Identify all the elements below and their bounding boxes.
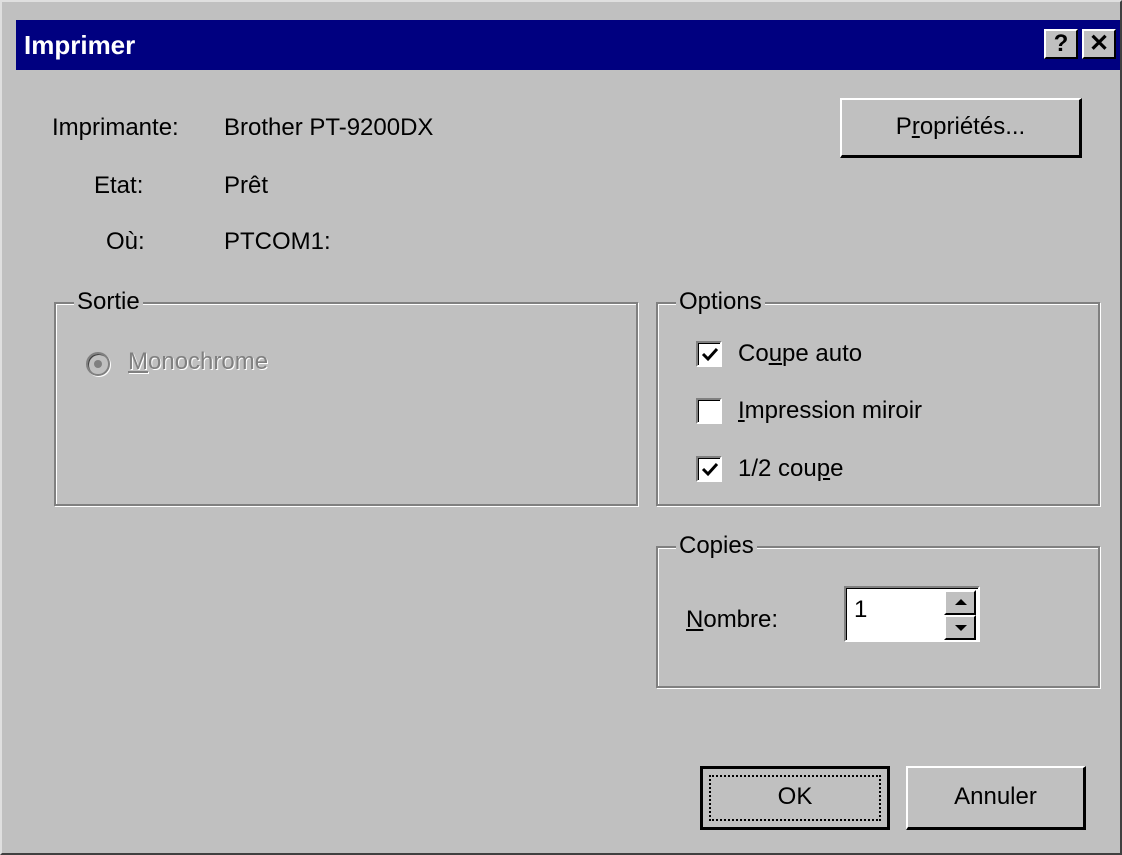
properties-label-prefix: P [895, 113, 912, 140]
copies-legend: Copies [676, 532, 757, 560]
focus-ring [709, 775, 881, 821]
output-group: Sortie [54, 288, 638, 506]
copies-count-label-rest: ombre: [703, 606, 779, 633]
printer-name: Brother PT-9200DX [224, 114, 434, 141]
copies-count-mnemonic: N [686, 606, 704, 633]
copies-increment-button[interactable] [944, 590, 976, 615]
checkmark-icon [701, 462, 719, 477]
copies-stepper[interactable]: 1 [844, 586, 980, 642]
auto-cut-label-pre: Co [738, 340, 769, 367]
auto-cut-label-post: pe auto [782, 340, 863, 367]
half-cut-label-pre: 1/2 cou [738, 455, 817, 482]
half-cut-checkbox[interactable] [696, 456, 722, 482]
monochrome-label: Monochrome [128, 348, 268, 376]
printer-label: Imprimante: [52, 114, 179, 141]
print-dialog: Imprimer ? ✕ Imprimante: Brother PT-9200… [0, 0, 1122, 855]
cancel-button[interactable]: Annuler [906, 766, 1086, 830]
ok-button[interactable]: OK [700, 766, 890, 830]
title-bar[interactable]: Imprimer ? ✕ [16, 20, 1120, 70]
window-title: Imprimer [24, 30, 136, 60]
cancel-label: Annuler [954, 783, 1037, 810]
auto-cut-mnemonic: u [768, 340, 783, 367]
status-value: Prêt [224, 172, 269, 199]
mirror-print-checkbox[interactable] [696, 398, 722, 424]
mirror-print-label-rest: mpression miroir [744, 397, 923, 424]
copies-count-input[interactable]: 1 [854, 596, 867, 624]
help-button[interactable]: ? [1044, 29, 1078, 59]
checkmark-icon [701, 347, 719, 362]
options-legend: Options [676, 288, 765, 316]
close-icon: ✕ [1088, 30, 1110, 57]
properties-label-suffix: opriétés... [919, 113, 1026, 140]
mirror-print-mnemonic: I [738, 397, 745, 424]
half-cut-mnemonic: p [816, 455, 831, 482]
close-button[interactable]: ✕ [1082, 29, 1116, 59]
auto-cut-checkbox[interactable] [696, 341, 722, 367]
radio-dot [94, 360, 102, 368]
monochrome-mnemonic: M [128, 348, 148, 375]
location-label: Où: [106, 228, 145, 255]
properties-button[interactable]: Propriétés... [840, 98, 1082, 158]
location-value: PTCOM1: [224, 228, 331, 255]
copies-count-label: Nombre: [686, 606, 778, 634]
auto-cut-label[interactable]: Coupe auto [738, 340, 862, 368]
mirror-print-label[interactable]: Impression miroir [738, 397, 922, 425]
copies-decrement-button[interactable] [944, 615, 976, 640]
half-cut-label-post: e [830, 455, 844, 482]
half-cut-label[interactable]: 1/2 coupe [738, 455, 843, 483]
properties-label-mnemonic: r [911, 113, 920, 140]
arrow-up-icon [955, 599, 967, 605]
output-legend: Sortie [74, 288, 143, 316]
monochrome-label-rest: onochrome [148, 348, 269, 375]
arrow-down-icon [955, 625, 967, 631]
status-label: Etat: [94, 172, 144, 199]
help-icon: ? [1053, 30, 1069, 57]
monochrome-radio[interactable] [86, 352, 110, 376]
